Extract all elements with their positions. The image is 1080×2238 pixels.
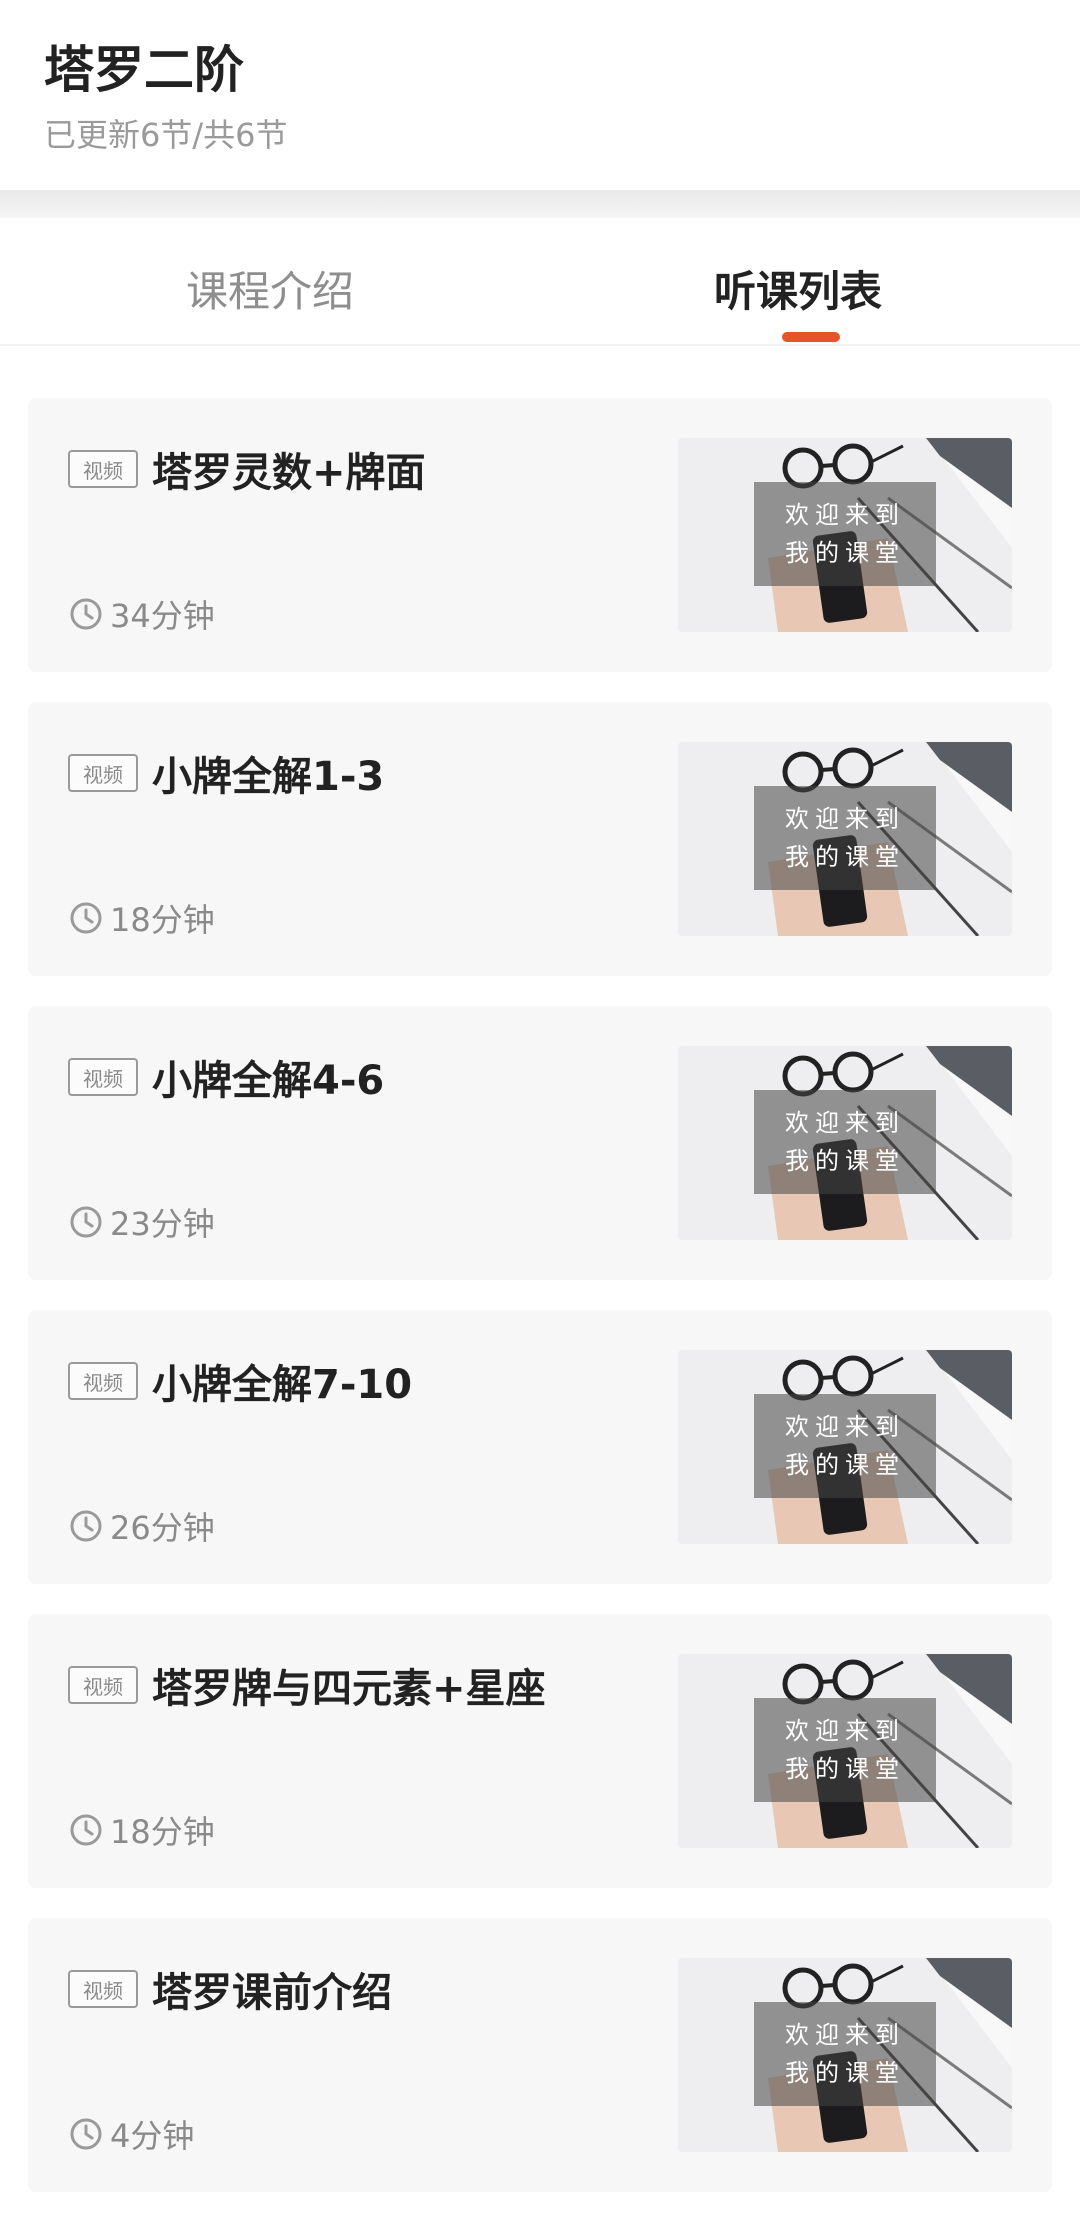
- caption-line: 欢迎来到: [785, 1717, 905, 1745]
- clock-icon: [70, 2118, 102, 2150]
- caption-line: 欢迎来到: [785, 501, 905, 529]
- lesson-duration: 18分钟: [68, 898, 215, 939]
- caption-line: 我的课堂: [785, 539, 905, 567]
- caption-line: 我的课堂: [785, 1147, 905, 1175]
- update-status: 已更新6节/共6节: [44, 116, 288, 154]
- duration-text: 26分钟: [110, 1509, 215, 1547]
- duration-text: 34分钟: [110, 597, 215, 635]
- lesson-thumbnail[interactable]: 欢迎来到 我的课堂: [678, 1046, 1012, 1240]
- clock-icon: [70, 902, 102, 934]
- caption-line: 我的课堂: [785, 843, 905, 871]
- duration-text: 4分钟: [110, 2117, 195, 2155]
- lesson-card[interactable]: 视频 塔罗课前介绍 4分钟 欢迎来到 我的课堂: [28, 1918, 1052, 2192]
- clock-icon: [70, 1814, 102, 1846]
- lesson-duration: 18分钟: [68, 1810, 215, 1851]
- lesson-thumbnail[interactable]: 欢迎来到 我的课堂: [678, 1350, 1012, 1544]
- video-badge: 视频: [68, 1970, 138, 2008]
- video-badge: 视频: [68, 1666, 138, 1704]
- thumbnail-caption: 欢迎来到 我的课堂: [754, 786, 936, 890]
- clock-icon: [70, 598, 102, 630]
- lesson-duration: 26分钟: [68, 1506, 215, 1547]
- lesson-card[interactable]: 视频 小牌全解1-3 18分钟 欢迎来到 我的课堂: [28, 702, 1052, 976]
- caption-line: 我的课堂: [785, 1755, 905, 1783]
- thumbnail-caption: 欢迎来到 我的课堂: [754, 482, 936, 586]
- lesson-card[interactable]: 视频 小牌全解4-6 23分钟 欢迎来到 我的课堂: [28, 1006, 1052, 1280]
- clock-icon: [70, 1206, 102, 1238]
- duration-text: 18分钟: [110, 1813, 215, 1851]
- caption-line: 欢迎来到: [785, 1109, 905, 1137]
- lesson-card[interactable]: 视频 塔罗灵数+牌面 34分钟 欢迎来到 我的课堂: [28, 398, 1052, 672]
- course-header: 塔罗二阶 已更新6节/共6节: [0, 0, 1080, 190]
- tab-course-intro[interactable]: 课程介绍: [186, 258, 354, 319]
- lesson-duration: 34分钟: [68, 594, 215, 635]
- video-badge: 视频: [68, 1058, 138, 1096]
- video-badge: 视频: [68, 754, 138, 792]
- lesson-title: 小牌全解7-10: [152, 1362, 413, 1408]
- lesson-title: 小牌全解4-6: [152, 1058, 385, 1104]
- lesson-duration: 4分钟: [68, 2114, 195, 2155]
- active-tab-indicator: [782, 332, 840, 342]
- lesson-thumbnail[interactable]: 欢迎来到 我的课堂: [678, 1958, 1012, 2152]
- thumbnail-caption: 欢迎来到 我的课堂: [754, 2002, 936, 2106]
- caption-line: 欢迎来到: [785, 1413, 905, 1441]
- thumbnail-caption: 欢迎来到 我的课堂: [754, 1394, 936, 1498]
- thumbnail-caption: 欢迎来到 我的课堂: [754, 1698, 936, 1802]
- section-divider: [0, 190, 1080, 218]
- lesson-title: 塔罗牌与四元素+星座: [152, 1666, 546, 1712]
- lesson-card[interactable]: 视频 塔罗牌与四元素+星座 18分钟 欢迎来到 我的课堂: [28, 1614, 1052, 1888]
- duration-text: 23分钟: [110, 1205, 215, 1243]
- clock-icon: [70, 1510, 102, 1542]
- page-title: 塔罗二阶: [44, 41, 244, 99]
- lesson-list: 视频 塔罗灵数+牌面 34分钟 欢迎来到 我的课堂 视频 小牌全解1-3 18分…: [0, 346, 1080, 2238]
- caption-line: 欢迎来到: [785, 805, 905, 833]
- video-badge: 视频: [68, 1362, 138, 1400]
- lesson-thumbnail[interactable]: 欢迎来到 我的课堂: [678, 742, 1012, 936]
- lesson-duration: 23分钟: [68, 1202, 215, 1243]
- lesson-thumbnail[interactable]: 欢迎来到 我的课堂: [678, 1654, 1012, 1848]
- caption-line: 欢迎来到: [785, 2021, 905, 2049]
- caption-line: 我的课堂: [785, 2059, 905, 2087]
- video-badge: 视频: [68, 450, 138, 488]
- duration-text: 18分钟: [110, 901, 215, 939]
- lesson-title: 塔罗课前介绍: [152, 1970, 392, 2016]
- caption-line: 我的课堂: [785, 1451, 905, 1479]
- tab-lesson-list[interactable]: 听课列表: [714, 258, 882, 319]
- lesson-title: 小牌全解1-3: [152, 754, 385, 800]
- tab-bar: 课程介绍 听课列表: [0, 218, 1080, 346]
- lesson-title: 塔罗灵数+牌面: [152, 450, 426, 496]
- thumbnail-caption: 欢迎来到 我的课堂: [754, 1090, 936, 1194]
- lesson-thumbnail[interactable]: 欢迎来到 我的课堂: [678, 438, 1012, 632]
- lesson-card[interactable]: 视频 小牌全解7-10 26分钟 欢迎来到 我的课堂: [28, 1310, 1052, 1584]
